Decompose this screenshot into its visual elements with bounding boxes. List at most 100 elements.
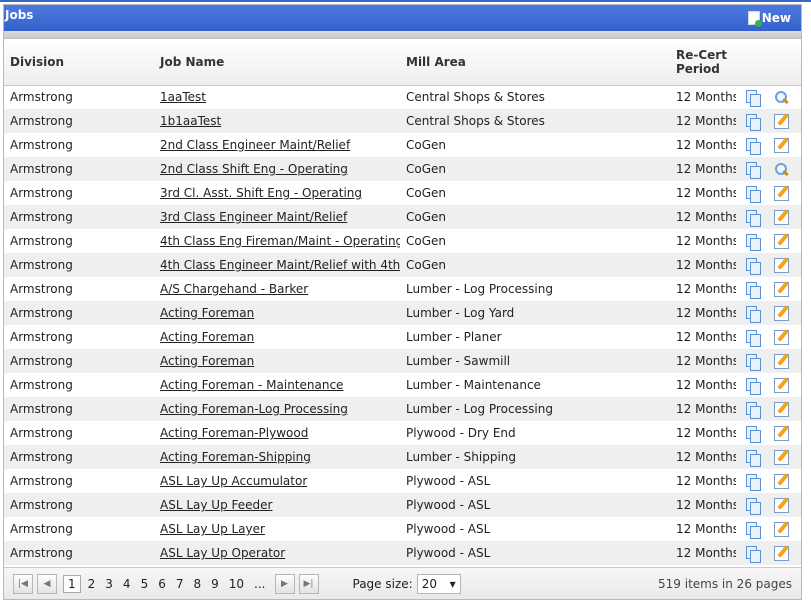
page-link[interactable]: 9 [211,577,219,591]
recert-period-cell: 12 Months [676,234,736,248]
prev-page-button[interactable]: ◀ [37,573,57,594]
job-name-link[interactable]: ASL Lay Up Layer [160,522,265,536]
recert-period-cell: 12 Months [676,378,736,392]
recert-period-cell: 12 Months [670,349,736,373]
job-name-link[interactable]: A/S Chargehand - Barker [160,282,308,296]
copy-icon[interactable] [746,113,761,131]
copy-icon[interactable] [746,209,761,227]
edit-icon[interactable] [774,305,789,321]
job-name-link[interactable]: 3rd Class Engineer Maint/Relief [160,210,347,224]
copy-icon[interactable] [746,401,761,419]
job-name-link[interactable]: Acting Foreman-Plywood [160,426,308,440]
edit-icon[interactable] [774,233,789,249]
job-name-link[interactable]: ASL Lay Up Feeder [160,498,272,512]
copy-icon[interactable] [746,353,761,371]
job-name-link[interactable]: 4th Class Eng Fireman/Maint - Operating [160,234,400,248]
job-name-link[interactable]: Acting Foreman-Shipping [160,450,311,464]
edit-icon[interactable] [774,401,789,417]
edit-icon[interactable] [774,185,789,201]
copy-icon[interactable] [746,425,761,443]
copy-icon[interactable] [746,473,761,491]
view-icon[interactable] [774,162,789,177]
page-link[interactable]: 5 [141,577,149,591]
edit-icon[interactable] [774,137,789,153]
edit-icon[interactable] [774,329,789,345]
job-name-link[interactable]: 2nd Class Shift Eng - Operating [160,162,348,176]
edit-icon[interactable] [774,425,789,441]
new-button[interactable]: New [747,11,791,27]
copy-icon[interactable] [746,377,761,395]
copy-icon[interactable] [746,305,761,323]
actions-cell [736,205,801,229]
copy-icon[interactable] [746,185,761,203]
job-name-link[interactable]: 3rd Cl. Asst. Shift Eng - Operating [160,186,362,200]
mill-area-cell: Plywood - ASL [400,541,670,565]
copy-icon[interactable] [746,521,761,539]
copy-icon[interactable] [746,329,761,347]
column-header-division[interactable]: Division [4,39,154,86]
recert-period-cell: 12 Months [670,301,736,325]
division-cell: Armstrong [4,157,154,181]
copy-icon[interactable] [746,257,761,275]
page-link[interactable]: 8 [193,577,201,591]
edit-icon[interactable] [774,353,789,369]
view-icon[interactable] [774,90,789,105]
edit-icon[interactable] [774,545,789,561]
job-name-link[interactable]: Acting Foreman [160,354,254,368]
column-header-job-name[interactable]: Job Name [154,39,400,86]
job-name-link[interactable]: Acting Foreman [160,306,254,320]
first-page-button[interactable]: |◀ [13,573,33,594]
page-size-select[interactable]: 20 ▾ [416,573,461,594]
page-link[interactable]: 4 [123,577,131,591]
next-page-button[interactable]: ▶ [274,573,295,594]
page-link[interactable]: 7 [176,577,184,591]
copy-icon[interactable] [746,161,761,179]
job-name-link[interactable]: ASL Lay Up Operator [160,546,285,560]
job-name-link[interactable]: 2nd Class Engineer Maint/Relief [160,138,350,152]
copy-icon[interactable] [746,233,761,251]
division-cell: Armstrong [10,234,73,248]
job-name-link[interactable]: 1b1aaTest [160,114,221,128]
edit-icon[interactable] [774,449,789,465]
job-name-link[interactable]: Acting Foreman [160,330,254,344]
recert-period-cell: 12 Months [676,330,736,344]
edit-icon[interactable] [774,281,789,297]
edit-icon[interactable] [774,377,789,393]
mill-area-cell: Lumber - Planer [406,330,502,344]
job-name-cell: 3rd Cl. Asst. Shift Eng - Operating [154,181,400,205]
column-header-recert-period[interactable]: Re-Cert Period [670,39,736,86]
last-page-button[interactable]: ▶| [298,573,319,594]
job-name-link[interactable]: 4th Class Engineer Maint/Relief with 4th [160,258,400,272]
mill-area-cell: Central Shops & Stores [400,109,670,133]
edit-icon[interactable] [774,113,789,129]
page-link[interactable]: 2 [88,577,96,591]
edit-icon[interactable] [774,257,789,273]
copy-icon[interactable] [746,497,761,515]
edit-icon[interactable] [774,209,789,225]
copy-icon[interactable] [746,89,761,107]
copy-icon[interactable] [746,449,761,467]
job-name-link[interactable]: ASL Lay Up Accumulator [160,474,307,488]
edit-icon[interactable] [774,473,789,489]
page-link[interactable]: 6 [158,577,166,591]
page-size-label: Page size: [352,576,413,591]
page-link[interactable]: 3 [105,577,113,591]
edit-icon[interactable] [774,521,789,537]
page-link[interactable]: ... [254,577,265,591]
job-name-link[interactable]: Acting Foreman - Maintenance [160,378,343,392]
mill-area-cell: Plywood - ASL [406,522,491,536]
page-link-current[interactable]: 1 [63,574,81,593]
table-row: Armstrong ASL Lay Up Accumulator Plywood… [4,469,801,493]
recert-period-cell: 12 Months [670,445,736,469]
copy-icon[interactable] [746,137,761,155]
job-name-link[interactable]: Acting Foreman-Log Processing [160,402,348,416]
page-link[interactable]: 10 [229,577,244,591]
edit-icon[interactable] [774,497,789,513]
copy-icon[interactable] [746,281,761,299]
job-name-link[interactable]: 1aaTest [160,90,206,104]
actions-cell [736,517,801,541]
copy-icon[interactable] [746,545,761,563]
actions-cell [736,181,801,205]
column-header-mill-area[interactable]: Mill Area [400,39,670,86]
recert-label-line2: Period [676,61,720,76]
